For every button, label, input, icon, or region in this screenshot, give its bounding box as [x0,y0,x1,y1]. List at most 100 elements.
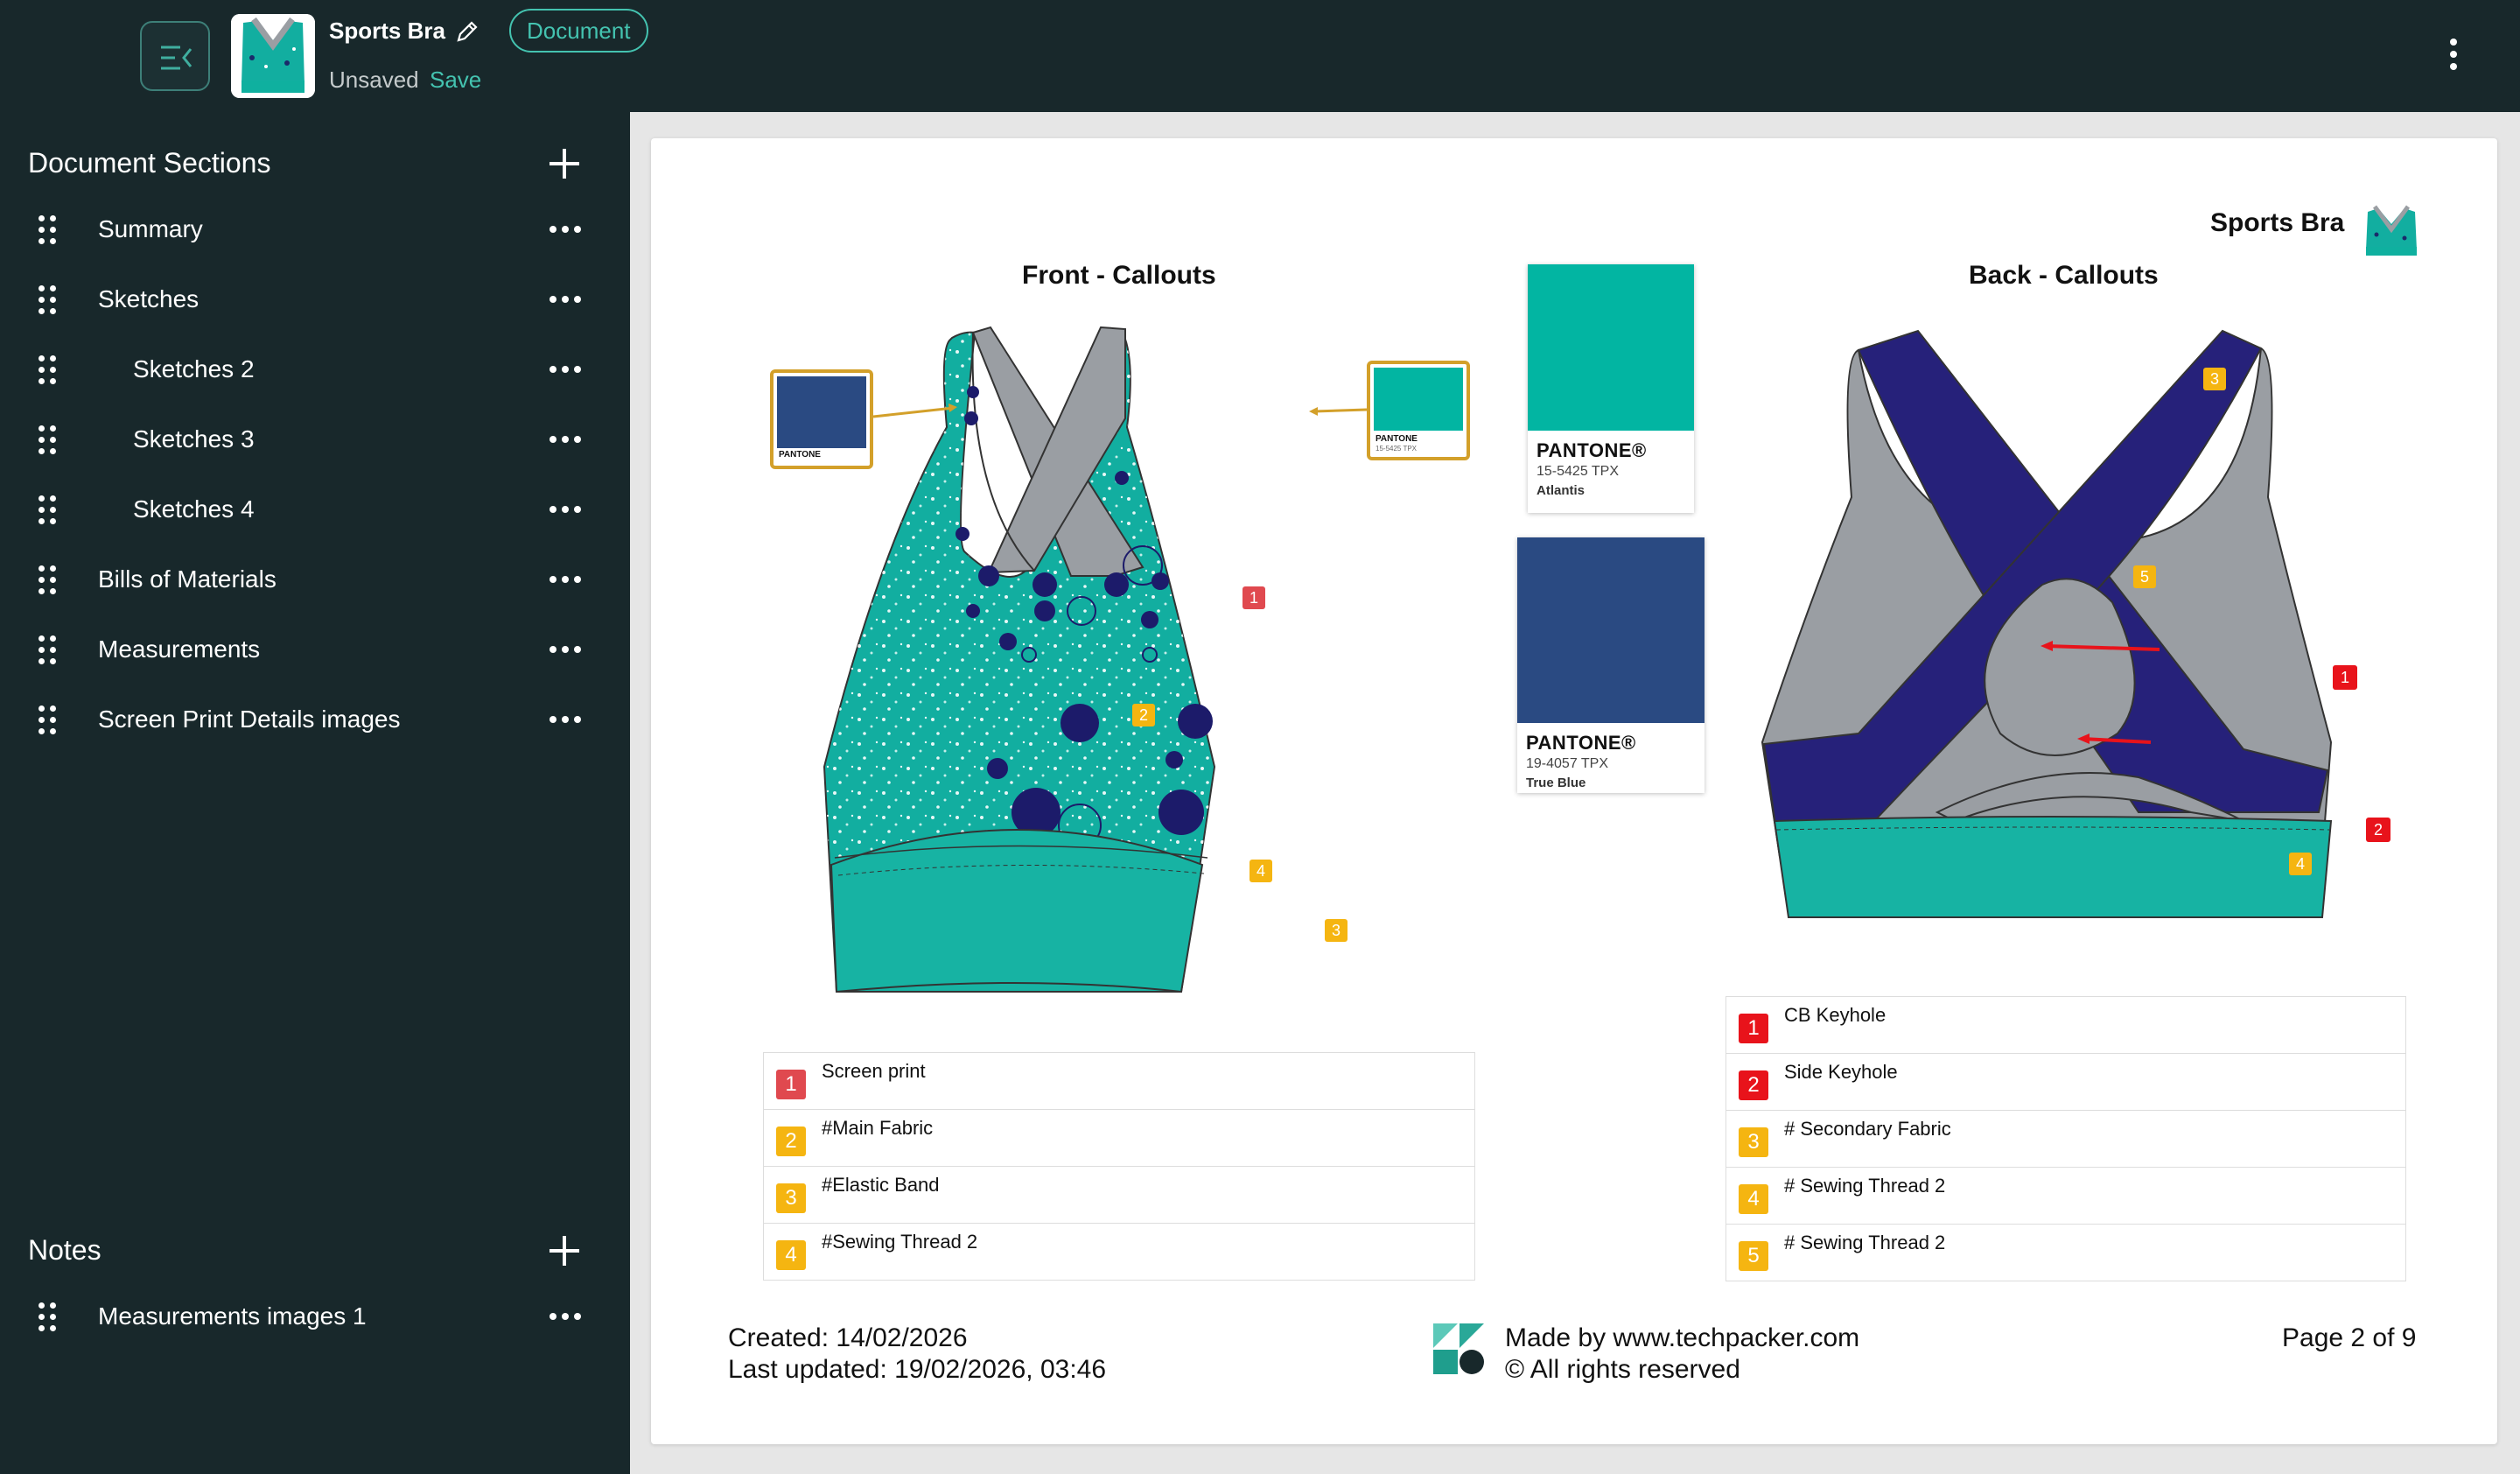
last-updated-date: Last updated: 19/02/2026, 03:46 [728,1355,1107,1384]
more-options-button[interactable] [2443,39,2464,74]
sidebar-section-item[interactable]: Sketches 2 [0,334,630,404]
callout-row: 4 #Sewing Thread 2 [763,1224,1475,1281]
callout-row: 2 #Main Fabric [763,1110,1475,1167]
sidebar-section-item[interactable]: Summary [0,194,630,264]
callout-text: #Main Fabric [822,1117,934,1139]
sidebar-section-item[interactable]: Bills of Materials [0,544,630,614]
collapse-sidebar-button[interactable] [140,21,210,91]
sidebar-note-item[interactable]: Measurements images 1 [0,1281,630,1351]
add-section-button[interactable] [550,149,579,179]
callout-row: 5 # Sewing Thread 2 [1726,1225,2406,1281]
pantone-swatch-atlantis [1528,264,1694,431]
page-brand-thumbnail [2366,205,2417,256]
callout-number-badge: 3 [776,1183,806,1213]
page-number: Page 2 of 9 [2282,1323,2417,1352]
back-callouts-title: Back - Callouts [1969,261,2159,290]
save-link[interactable]: Save [430,67,481,94]
back-sketch [1760,329,2333,918]
sidebar-section-label: Sketches [98,285,200,312]
more-options-icon[interactable] [550,226,581,233]
sidebar-section-item[interactable]: Screen Print Details images [0,684,630,755]
sidebar-note-label: Measurements images 1 [98,1302,367,1330]
callout-text: # Sewing Thread 2 [1784,1175,1946,1197]
sidebar: Document Sections Summary Sketches Sketche… [0,112,630,1474]
callout-row: 3 #Elastic Band [763,1167,1475,1224]
edit-pencil-icon[interactable] [455,19,480,44]
pantone-card-true-blue: PANTONE® 19-4057 TPX True Blue [1517,537,1704,793]
document-type-badge: Document [509,9,648,53]
more-options-icon[interactable] [550,506,581,513]
page-brand-title: Sports Bra [2210,208,2345,237]
more-options-icon[interactable] [550,646,581,653]
more-options-icon[interactable] [550,436,581,443]
collapse-sidebar-icon [161,46,192,70]
swatch-leader-lines [872,404,1368,418]
drag-handle-icon[interactable] [38,495,58,525]
callout-text: Side Keyhole [1784,1061,1898,1083]
callout-row: 1 Screen print [763,1053,1475,1110]
front-marker-1: 1 [1242,586,1265,609]
callout-number-badge: 1 [776,1070,806,1099]
more-options-icon[interactable] [550,296,581,303]
back-marker-3: 3 [2203,368,2226,390]
callout-text: Screen print [822,1060,926,1082]
front-pantone-swatch-navy: PANTONE [770,369,873,469]
callout-number-badge: 5 [1739,1241,1768,1271]
drag-handle-icon[interactable] [38,425,58,455]
document-page: Sports Bra Front - Callouts Back - Callo… [651,138,2497,1444]
created-date: Created: 14/02/2026 [728,1323,968,1352]
more-options-icon[interactable] [550,1313,581,1320]
drag-handle-icon[interactable] [38,565,58,595]
pantone-card-atlantis: PANTONE® 15-5425 TPX Atlantis [1528,264,1694,513]
more-options-icon[interactable] [550,576,581,583]
sidebar-section-item[interactable]: Measurements [0,614,630,684]
callout-text: # Secondary Fabric [1784,1118,1951,1140]
rights-text: © All rights reserved [1505,1355,1740,1384]
document-thumbnail[interactable] [231,14,315,98]
sidebar-section-label: Screen Print Details images [98,705,401,733]
save-status: Unsaved [329,67,419,93]
callout-number-badge: 2 [1739,1070,1768,1100]
callout-text: CB Keyhole [1784,1004,1886,1026]
back-marker-2: 2 [2366,818,2390,842]
drag-handle-icon[interactable] [38,215,58,245]
sidebar-section-item[interactable]: Sketches 3 [0,404,630,474]
callout-number-badge: 2 [776,1127,806,1156]
made-by-text[interactable]: Made by www.techpacker.com [1505,1323,1859,1353]
callout-text: #Sewing Thread 2 [822,1231,978,1253]
sidebar-section-label: Summary [98,215,203,242]
drag-handle-icon[interactable] [38,285,58,315]
drag-handle-icon[interactable] [38,635,58,665]
sidebar-section-label: Sketches 3 [133,425,255,453]
sidebar-section-label: Bills of Materials [98,565,276,593]
drag-handle-icon[interactable] [38,1302,58,1332]
back-marker-1: 1 [2333,665,2357,690]
document-title: Sports Bra [329,18,445,44]
sidebar-section-label: Sketches 2 [133,355,255,383]
back-marker-5: 5 [2133,565,2156,588]
callout-text: # Sewing Thread 2 [1784,1232,1946,1253]
callout-row: 1 CB Keyhole [1726,997,2406,1054]
front-callouts-table: 1 Screen print 2 #Main Fabric 3 #Elastic Band… [763,1052,1475,1281]
callout-row: 3 # Secondary Fabric [1726,1111,2406,1168]
sidebar-section-label: Measurements [98,635,261,663]
techpacker-logo-icon [1433,1323,1484,1374]
front-callouts-title: Front - Callouts [1022,261,1216,290]
more-options-icon[interactable] [550,366,581,373]
document-sections-heading: Document Sections [28,147,271,179]
sidebar-section-item[interactable]: Sketches 4 [0,474,630,544]
sidebar-section-item[interactable]: Sketches [0,264,630,334]
callout-number-badge: 4 [1739,1184,1768,1214]
callout-text: #Elastic Band [822,1174,940,1196]
front-marker-4: 4 [1250,860,1272,882]
drag-handle-icon[interactable] [38,355,58,385]
callout-row: 4 # Sewing Thread 2 [1726,1168,2406,1225]
add-note-button[interactable] [550,1236,579,1266]
drag-handle-icon[interactable] [38,705,58,735]
callout-number-badge: 1 [1739,1014,1768,1043]
more-options-icon[interactable] [550,716,581,723]
front-marker-2: 2 [1132,704,1155,726]
notes-heading: Notes [28,1234,102,1266]
front-marker-3: 3 [1325,919,1348,942]
front-pantone-swatch-teal: PANTONE 15-5425 TPX [1367,361,1470,460]
